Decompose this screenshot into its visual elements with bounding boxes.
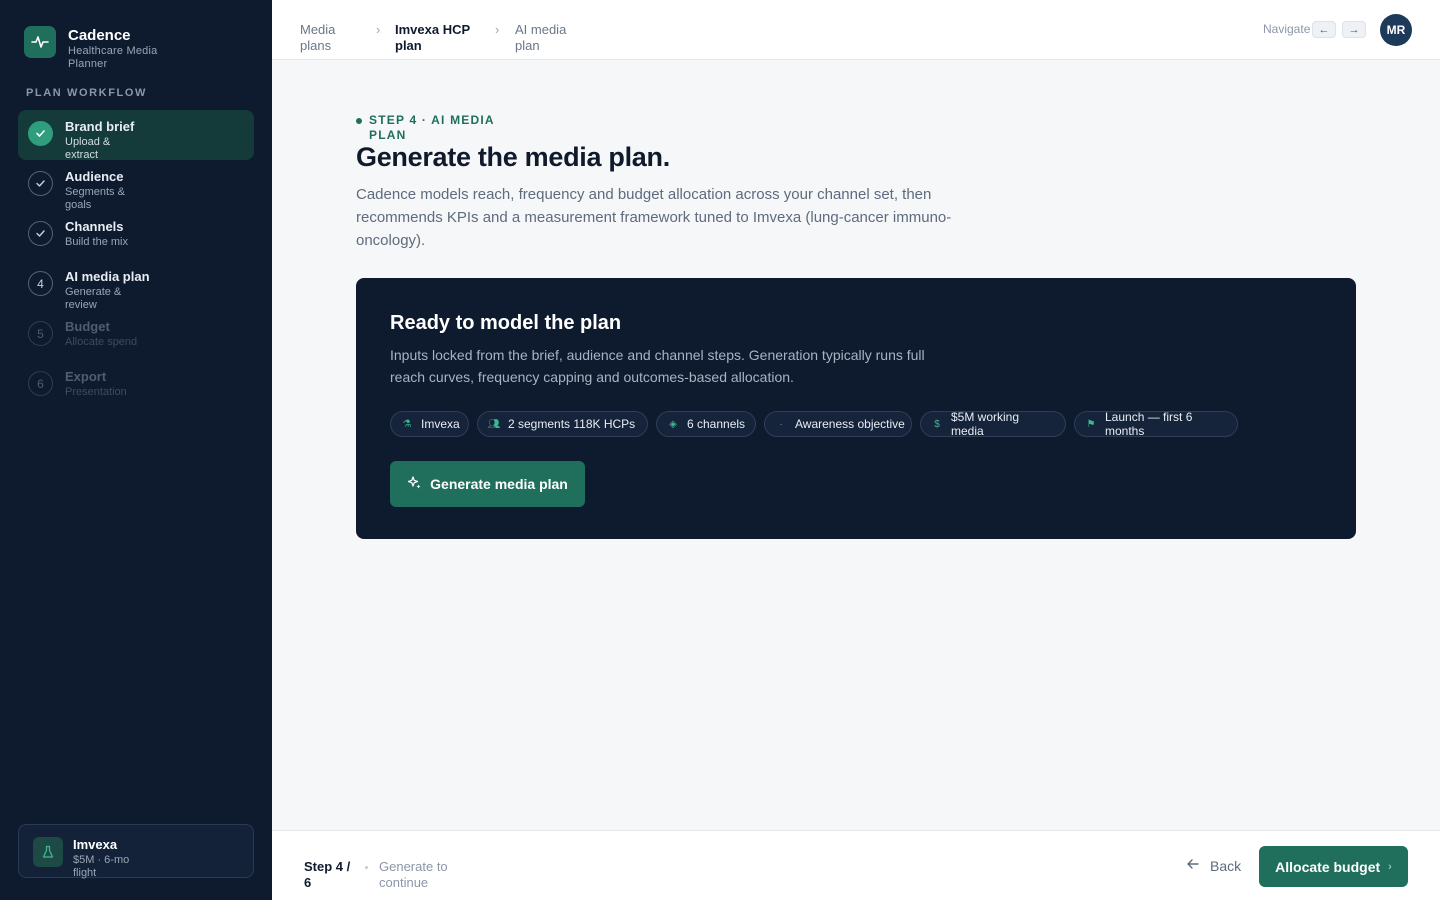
avatar[interactable]: MR	[1380, 14, 1412, 46]
chip-label: Awareness objective	[795, 417, 905, 431]
generate-media-plan-button[interactable]: Generate media plan	[390, 461, 585, 507]
chip-label: Imvexa	[421, 417, 460, 431]
arrow-left-key[interactable]: ←	[1312, 21, 1336, 38]
allocate-label: Allocate budget	[1275, 858, 1381, 875]
page-title: Generate the media plan.	[356, 142, 670, 172]
layers-icon: ◈	[669, 418, 677, 430]
brand[interactable]: Cadence Healthcare Media Planner	[24, 26, 178, 71]
chip-flight: ⚑ Launch — first 6 months	[1074, 411, 1238, 437]
chevron-right-icon: ›	[376, 22, 381, 37]
chip-label: $5M working media	[951, 411, 1020, 437]
step-budget: 5 Budget Allocate spend	[18, 310, 254, 360]
navigate-hint: Navigate	[1263, 22, 1311, 36]
topbar: Media plans › Imvexa HCP plan › AI media…	[272, 0, 1440, 60]
step-brand-brief[interactable]: Brand brief Upload & extract	[18, 110, 254, 161]
step-title: Budget	[65, 319, 110, 334]
sidebar: Cadence Healthcare Media Planner PLAN WO…	[0, 0, 272, 900]
product-meta: $5M · 6-mo flight	[73, 854, 130, 879]
step-number: 5	[28, 321, 53, 346]
check-icon	[28, 171, 53, 196]
chip-segments: 👥︎ 2 segments 118K HCPs	[477, 411, 648, 437]
breadcrumb-imvexa-plan[interactable]: Imvexa HCP plan	[395, 22, 485, 54]
flag-icon: ⚑	[1086, 418, 1096, 430]
panel-title: Ready to model the plan	[390, 312, 622, 334]
back-label: Back	[1210, 857, 1242, 874]
separator-dot	[365, 866, 368, 869]
step-ai-media-plan[interactable]: 4 AI media plan Generate & review	[18, 260, 254, 311]
step-eyebrow: STEP 4 · AI MEDIA PLAN	[356, 113, 496, 143]
workflow-label: PLAN WORKFLOW	[26, 87, 148, 99]
step-title: Channels	[65, 219, 124, 234]
app-name: Cadence	[68, 27, 131, 44]
step-subtitle: Generate & review	[65, 286, 122, 311]
step-title: Brand brief	[65, 119, 135, 134]
step-number: 4	[28, 271, 53, 296]
arrow-right-key[interactable]: →	[1342, 21, 1366, 38]
footer-bar: Step 4 / 6 Generate to continue Back All…	[272, 830, 1440, 900]
panel-description: Inputs locked from the brief, audience a…	[390, 347, 925, 385]
step-subtitle: Allocate spend	[65, 336, 138, 348]
chip-brand: ⚗ Imvexa	[390, 411, 469, 437]
step-subtitle: Build the mix	[65, 236, 128, 248]
step-export: 6 Export Presentation	[18, 360, 254, 410]
pulse-icon	[24, 26, 56, 58]
app-subtitle: Healthcare Media Planner	[68, 45, 158, 70]
check-icon	[28, 121, 53, 146]
sparkle-icon	[407, 475, 422, 493]
chip-channels: ◈ 6 channels	[656, 411, 756, 437]
step-subtitle: Presentation	[65, 386, 127, 398]
step-title: Export	[65, 369, 107, 384]
chevron-right-icon: ›	[1388, 860, 1392, 873]
flask-icon: ⚗	[402, 418, 412, 430]
footer-hint: Generate to continue	[379, 859, 448, 890]
step-channels[interactable]: Channels Build the mix	[18, 210, 254, 260]
breadcrumb-ai-media-plan[interactable]: AI media plan	[515, 22, 575, 54]
step-counter: Step 4 / 6	[304, 859, 351, 890]
chip-label: Launch — first 6 months	[1105, 411, 1193, 437]
chip-objective: · Awareness objective	[764, 411, 912, 437]
arrow-left-icon	[1186, 857, 1200, 874]
step-title: AI media plan	[65, 269, 150, 284]
step-audience[interactable]: Audience Segments & goals	[18, 160, 254, 211]
chevron-right-icon: ›	[495, 22, 500, 37]
dollar-icon: $	[934, 418, 940, 430]
breadcrumb-media-plans[interactable]: Media plans	[300, 22, 356, 54]
step-subtitle: Segments & goals	[65, 186, 125, 211]
generate-button-label: Generate media plan	[430, 476, 568, 492]
chip-label: 2 segments 118K HCPs	[508, 417, 636, 431]
flask-icon	[33, 837, 63, 867]
generate-panel: Ready to model the plan Inputs locked fr…	[356, 278, 1356, 539]
target-icon: ·	[779, 418, 783, 430]
check-icon	[28, 221, 53, 246]
product-name: Imvexa	[73, 837, 118, 852]
step-title: Audience	[65, 169, 124, 184]
allocate-budget-button[interactable]: Allocate budget ›	[1259, 846, 1408, 887]
page-description: Cadence models reach, frequency and budg…	[356, 186, 952, 249]
chip-budget: $ $5M working media	[920, 411, 1066, 437]
product-card[interactable]: Imvexa $5M · 6-mo flight	[18, 824, 254, 879]
workflow-steps: Brand brief Upload & extract Audience Se…	[18, 110, 254, 410]
step-subtitle: Upload & extract	[65, 136, 111, 161]
step-number: 6	[28, 371, 53, 396]
back-button[interactable]: Back	[1186, 857, 1241, 874]
chip-label: 6 channels	[687, 417, 746, 431]
users-icon: 👥︎	[487, 418, 501, 430]
